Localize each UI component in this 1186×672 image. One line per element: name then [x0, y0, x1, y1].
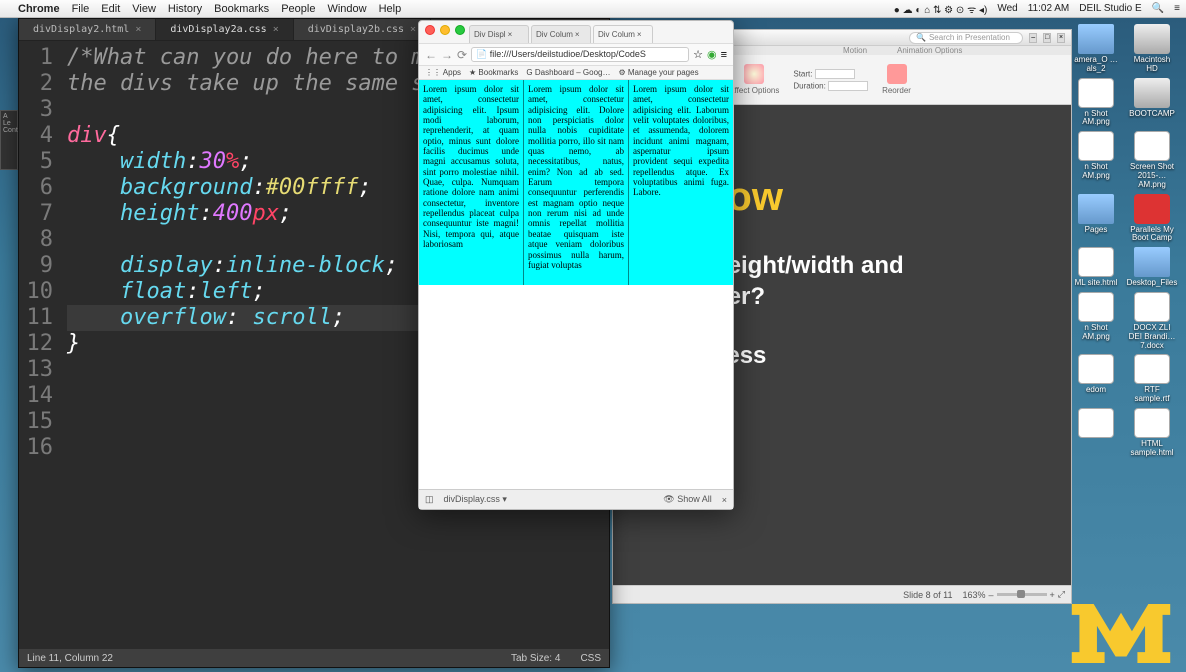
start-field[interactable]: [815, 69, 855, 79]
content-column[interactable]: Lorem ipsum dolor sit amet, consectetur …: [524, 80, 629, 285]
ext-icon[interactable]: ◉: [707, 48, 717, 61]
menu-history[interactable]: History: [168, 3, 202, 15]
maximize-button[interactable]: □: [1043, 33, 1051, 43]
close-icon[interactable]: ×: [273, 24, 279, 35]
cursor-position: Line 11, Column 22: [27, 653, 113, 664]
menu-file[interactable]: File: [72, 3, 90, 15]
tab-size[interactable]: Tab Size: 4: [511, 653, 560, 664]
menu-people[interactable]: People: [281, 3, 315, 15]
browser-tab[interactable]: Div Colum×: [531, 25, 591, 43]
spotlight-icon[interactable]: 🔍: [1152, 3, 1164, 14]
minimize-button[interactable]: –: [1029, 33, 1037, 43]
chrome-window: Div Displ× Div Colum× Div Colum× ← → ⟳ 📄…: [418, 20, 734, 510]
bookmark-item[interactable]: G Dashboard – Goog…: [526, 68, 610, 77]
desktop-icon[interactable]: DOCX ZLI DEI Brandi…7.docx: [1128, 292, 1176, 350]
background-window: A Le Contrai: [0, 110, 18, 170]
forward-button[interactable]: →: [441, 48, 453, 62]
desktop-icon[interactable]: Screen Shot 2015-…AM.png: [1128, 131, 1176, 189]
notification-icon[interactable]: ≡: [1174, 3, 1180, 14]
user-name[interactable]: DEIL Studio E: [1079, 3, 1141, 14]
devtools-bar: ◫ divDisplay.css ▾ 👁 Show All ×: [419, 489, 733, 509]
menu-help[interactable]: Help: [379, 3, 402, 15]
apps-button[interactable]: ⋮⋮ Apps: [425, 68, 461, 77]
desktop-icon[interactable]: ML site.html: [1072, 247, 1120, 288]
menu-bookmarks[interactable]: Bookmarks: [214, 3, 269, 15]
menu-icon[interactable]: ≡: [721, 49, 727, 61]
desktop-icon[interactable]: [1072, 408, 1120, 458]
desktop-icons: amera_O …als_2Macintosh HDn Shot AM.pngB…: [1072, 24, 1182, 458]
content-column[interactable]: Lorem ipsum dolor sit amet, consectetur …: [629, 80, 733, 285]
desktop-icon[interactable]: n Shot AM.png: [1072, 78, 1120, 128]
zoom-control[interactable]: 163% –+ ⤢: [962, 589, 1065, 600]
browser-tab-active[interactable]: Div Colum×: [593, 25, 653, 43]
back-button[interactable]: ←: [425, 48, 437, 62]
slide-bullet: cess: [713, 342, 1051, 370]
line-gutter: 12345678910111213141516: [19, 41, 61, 649]
michigan-logo: [1066, 593, 1176, 666]
menu-window[interactable]: Window: [327, 3, 366, 15]
clock-time[interactable]: 11:02 AM: [1028, 3, 1070, 14]
address-bar: ← → ⟳ 📄 file:///Users/deilstudioe/Deskto…: [419, 43, 733, 66]
browser-tabs: Div Displ× Div Colum× Div Colum×: [419, 25, 733, 43]
slide-bullet: height/width and ger?: [713, 250, 1051, 312]
editor-tab[interactable]: divDisplay2b.css×: [294, 19, 431, 40]
bookmarks-bar: ⋮⋮ Apps ★ Bookmarks G Dashboard – Goog… …: [419, 66, 733, 80]
star-icon[interactable]: ☆: [693, 48, 703, 61]
editor-tab[interactable]: divDisplay2.html×: [19, 19, 156, 40]
desktop-icon[interactable]: Pages: [1072, 194, 1120, 244]
bookmark-item[interactable]: ★ Bookmarks: [469, 68, 518, 77]
editor-statusbar: Line 11, Column 22 Tab Size: 4 CSS: [19, 649, 609, 667]
mac-menubar: Chrome File Edit View History Bookmarks …: [0, 0, 1186, 18]
close-icon[interactable]: ×: [722, 495, 727, 505]
browser-tab[interactable]: Div Displ×: [469, 25, 529, 43]
close-icon[interactable]: ×: [575, 30, 580, 39]
desktop-icon[interactable]: edom: [1072, 354, 1120, 404]
fit-icon[interactable]: ⤢: [1058, 589, 1065, 600]
close-icon[interactable]: ×: [508, 30, 513, 39]
desktop-icon[interactable]: n Shot AM.png: [1072, 131, 1120, 189]
slide-title: flow: [703, 175, 1051, 220]
ribbon-reorder[interactable]: Reorder: [882, 64, 911, 95]
desktop-icon[interactable]: BOOTCAMP: [1128, 78, 1176, 128]
desktop-icon[interactable]: Macintosh HD: [1128, 24, 1176, 74]
inspector-icon[interactable]: ◫: [425, 494, 434, 505]
desktop-icon[interactable]: n Shot AM.png: [1072, 292, 1120, 350]
menu-edit[interactable]: Edit: [101, 3, 120, 15]
close-button[interactable]: ×: [1057, 33, 1065, 43]
close-icon[interactable]: ×: [135, 24, 141, 35]
ppt-search[interactable]: 🔍 Search in Presentation: [909, 32, 1023, 44]
desktop-icon[interactable]: Parallels My Boot Camp: [1128, 194, 1176, 244]
search-icon: 🔍: [916, 33, 926, 42]
show-all[interactable]: 👁 Show All: [663, 494, 711, 505]
syntax-lang[interactable]: CSS: [580, 653, 601, 664]
editor-tab-active[interactable]: divDisplay2a.css×: [156, 19, 293, 40]
slide-counter: Slide 8 of 11: [903, 590, 952, 600]
close-icon[interactable]: ×: [410, 24, 416, 35]
app-name[interactable]: Chrome: [18, 3, 60, 15]
duration-field[interactable]: [828, 81, 868, 91]
desktop-icon[interactable]: amera_O …als_2: [1072, 24, 1120, 74]
clock-day[interactable]: Wed: [997, 3, 1017, 14]
page-viewport: Lorem ipsum dolor sit amet, consectetur …: [419, 80, 733, 285]
reload-button[interactable]: ⟳: [457, 48, 467, 62]
bookmark-item[interactable]: ⚙ Manage your pages: [618, 68, 698, 77]
menu-view[interactable]: View: [132, 3, 156, 15]
content-column[interactable]: Lorem ipsum dolor sit amet, consectetur …: [419, 80, 524, 285]
status-icons[interactable]: ● ☁ ◐ ⌂ ⇅ ⚙ ⊙ ᯤ ◂): [894, 2, 988, 16]
ppt-statusbar: Slide 8 of 11 163% –+ ⤢: [613, 585, 1071, 603]
desktop-icon[interactable]: Desktop_Files: [1128, 247, 1176, 288]
url-input[interactable]: 📄 file:///Users/deilstudioe/Desktop/Code…: [471, 47, 689, 62]
file-selector[interactable]: divDisplay.css ▾: [444, 494, 507, 505]
desktop-icon[interactable]: HTML sample.html: [1128, 408, 1176, 458]
desktop-icon[interactable]: RTF sample.rtf: [1128, 354, 1176, 404]
close-icon[interactable]: ×: [637, 30, 642, 39]
ribbon-effect[interactable]: Effect Options: [729, 64, 779, 95]
